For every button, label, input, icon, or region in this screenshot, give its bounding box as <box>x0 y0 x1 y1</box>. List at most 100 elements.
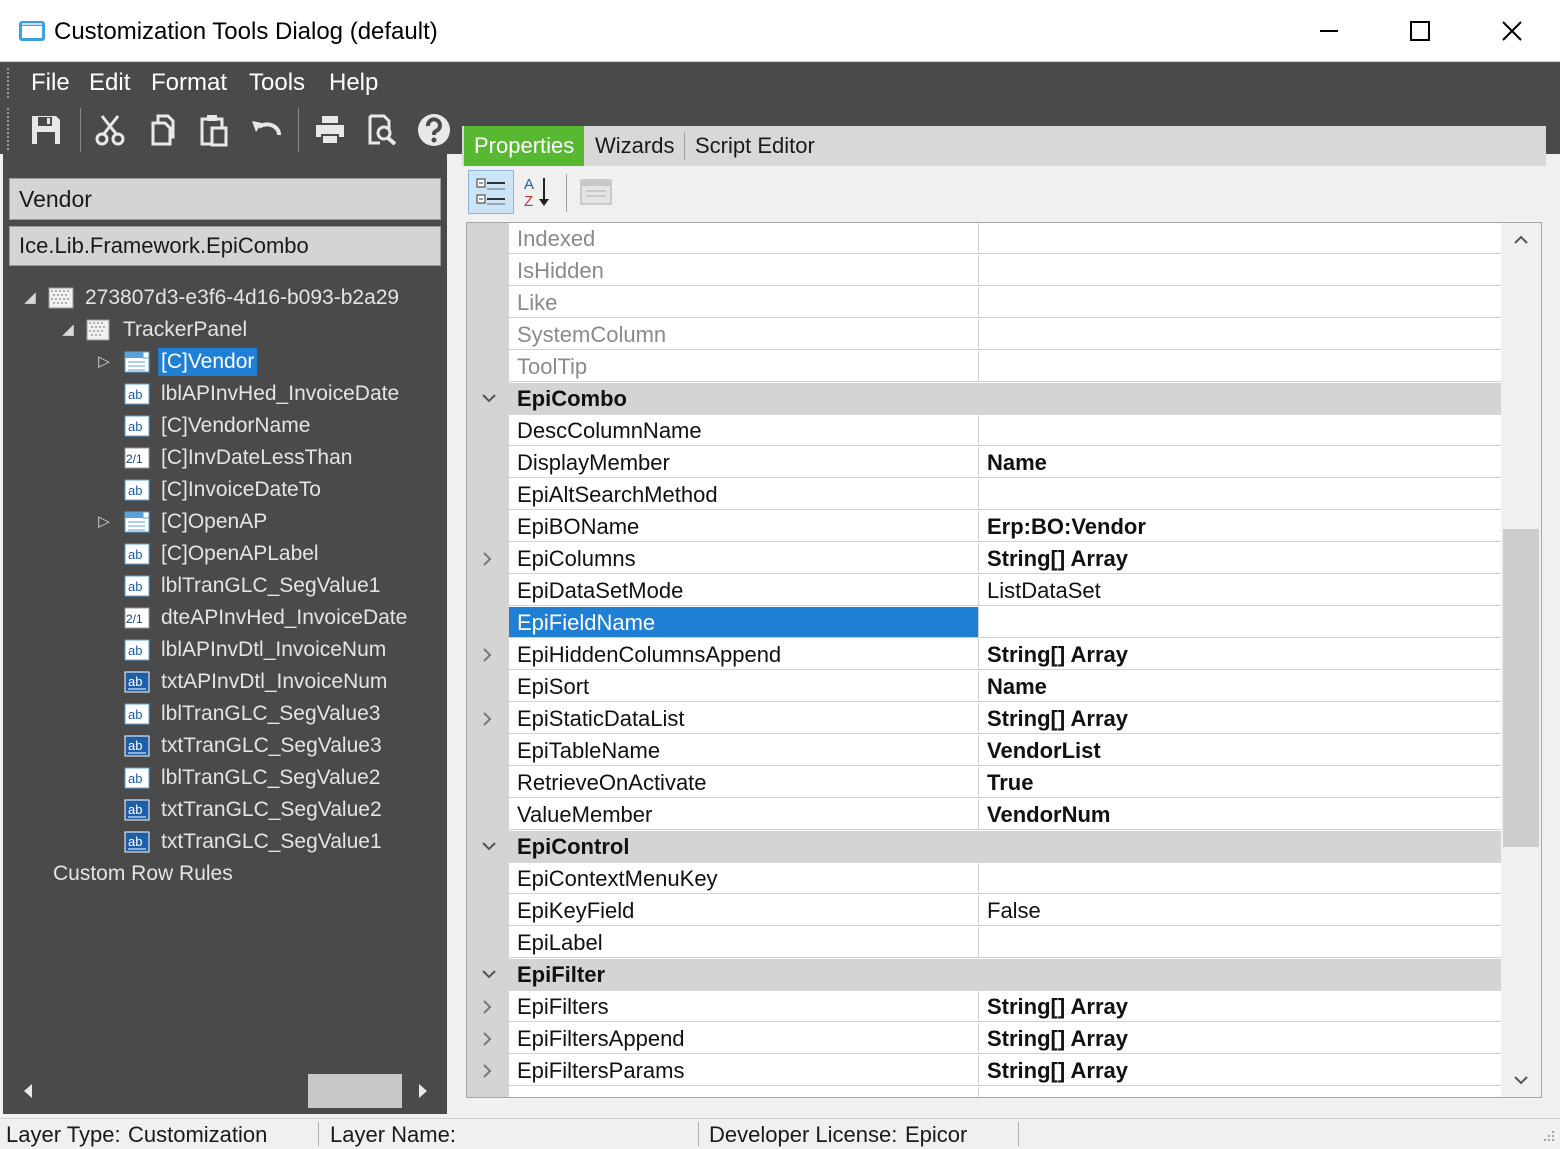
property-row[interactable]: ValueMember VendorNum <box>467 799 1501 831</box>
property-row[interactable]: EpiFiltersParams String[] Array <box>467 1055 1501 1087</box>
property-value[interactable]: String[] Array <box>979 639 1501 670</box>
property-row[interactable]: EpiAltSearchMethod <box>467 479 1501 511</box>
property-row[interactable]: EpiTableName VendorList <box>467 735 1501 767</box>
property-row[interactable]: EpiContextMenuKey <box>467 863 1501 895</box>
property-value[interactable]: True <box>979 767 1501 798</box>
tree-node[interactable]: ab txtTranGLC_SegValue2 <box>124 794 385 826</box>
print-preview-button[interactable] <box>362 110 402 150</box>
property-row[interactable]: SystemColumn <box>467 319 1501 351</box>
undo-button[interactable] <box>246 110 286 150</box>
property-grid-scrollbar[interactable] <box>1501 223 1541 1097</box>
tree-expand-icon[interactable]: ▷ <box>96 512 112 530</box>
property-value[interactable]: String[] Array <box>979 1023 1501 1054</box>
property-value[interactable] <box>979 255 1501 286</box>
property-value[interactable]: False <box>979 895 1501 926</box>
close-button[interactable] <box>1466 0 1558 62</box>
property-category[interactable]: EpiFilter <box>467 959 1501 991</box>
tree-node[interactable]: ab txtAPInvDtl_InvoiceNum <box>124 666 390 698</box>
property-value[interactable]: VendorList <box>979 735 1501 766</box>
tree-node[interactable]: ab txtTranGLC_SegValue1 <box>124 826 385 858</box>
scroll-left-arrow-icon[interactable] <box>22 1082 36 1100</box>
chevron-down-icon[interactable] <box>477 959 501 991</box>
tree-horizontal-scrollbar[interactable] <box>10 1072 438 1110</box>
property-row[interactable]: DescColumnName <box>467 415 1501 447</box>
property-value[interactable]: Name <box>979 447 1501 478</box>
property-row[interactable]: EpiDataSetMode ListDataSet <box>467 575 1501 607</box>
tab-properties[interactable]: Properties <box>464 126 585 166</box>
tree-expand-icon[interactable]: ▷ <box>96 352 112 370</box>
tree-node[interactable]: 2/1 [C]InvDateLessThan <box>124 442 355 474</box>
tree-node[interactable]: ab lblTranGLC_SegValue3 <box>124 698 383 730</box>
property-value[interactable] <box>979 351 1501 382</box>
property-row[interactable]: EpiFiltersAppend String[] Array <box>467 1023 1501 1055</box>
property-row[interactable]: EpiStaticDataList String[] Array <box>467 703 1501 735</box>
property-value[interactable]: String[] Array <box>979 1055 1501 1086</box>
property-row[interactable]: EpiLabel <box>467 927 1501 959</box>
control-type-field[interactable]: Ice.Lib.Framework.EpiCombo <box>9 226 441 266</box>
minimize-button[interactable] <box>1283 0 1375 62</box>
tree-node[interactable]: [C]OpenAP <box>124 506 270 538</box>
chevron-down-icon[interactable] <box>477 383 501 415</box>
property-row[interactable]: EpiKeyField False <box>467 895 1501 927</box>
property-value[interactable] <box>979 415 1501 446</box>
scroll-up-arrow-icon[interactable] <box>1513 233 1529 245</box>
tree-node[interactable]: 2/1 dteAPInvHed_InvoiceDate <box>124 602 410 634</box>
menu-format[interactable]: Format <box>151 68 227 98</box>
tree-node[interactable]: TrackerPanel <box>86 314 250 346</box>
menu-tools[interactable]: Tools <box>249 68 305 98</box>
property-value[interactable]: Erp:BO:Vendor <box>979 511 1501 542</box>
help-button[interactable] <box>414 110 454 150</box>
property-value[interactable] <box>979 223 1501 254</box>
scrollbar-thumb[interactable] <box>1503 529 1539 847</box>
tree-node[interactable]: [C]Vendor <box>124 346 258 378</box>
scroll-right-arrow-icon[interactable] <box>415 1082 429 1100</box>
tree-collapse-icon[interactable]: ◢ <box>22 288 38 306</box>
tree-node[interactable]: ab lblTranGLC_SegValue1 <box>124 570 383 602</box>
tree-node[interactable]: Custom Row Rules <box>50 858 236 890</box>
property-value[interactable]: String[] Array <box>979 543 1501 574</box>
tree-collapse-icon[interactable]: ◢ <box>60 320 76 338</box>
tree-node[interactable]: ab lblTranGLC_SegValue2 <box>124 762 383 794</box>
property-value[interactable]: VendorNum <box>979 799 1501 830</box>
property-value[interactable] <box>979 319 1501 350</box>
property-pages-button[interactable] <box>576 172 616 212</box>
save-button[interactable] <box>26 110 66 150</box>
menu-file[interactable]: File <box>31 68 70 98</box>
property-value[interactable]: String[] Array <box>979 991 1501 1022</box>
property-row[interactable]: DisplayMember Name <box>467 447 1501 479</box>
property-row[interactable]: EpiHiddenColumnsAppend String[] Array <box>467 639 1501 671</box>
property-value[interactable] <box>979 287 1501 318</box>
tree-node[interactable]: ab [C]VendorName <box>124 410 313 442</box>
print-button[interactable] <box>310 110 350 150</box>
property-row[interactable]: EpiBOName Erp:BO:Vendor <box>467 511 1501 543</box>
categorized-button[interactable] <box>468 170 514 214</box>
property-category[interactable]: EpiControl <box>467 831 1501 863</box>
scrollbar-thumb[interactable] <box>308 1074 402 1108</box>
tree-node[interactable]: ab lblAPInvDtl_InvoiceNum <box>124 634 389 666</box>
control-name-field[interactable]: Vendor <box>9 178 441 220</box>
property-value[interactable] <box>979 479 1501 510</box>
tree-node[interactable]: 273807d3-e3f6-4d16-b093-b2a29 <box>48 282 402 314</box>
property-category[interactable]: EpiCombo <box>467 383 1501 415</box>
chevron-down-icon[interactable] <box>477 831 501 863</box>
property-value[interactable] <box>979 1087 1501 1097</box>
property-value[interactable] <box>979 607 1501 638</box>
maximize-button[interactable] <box>1374 0 1466 62</box>
tree-node[interactable]: ab lblAPInvHed_InvoiceDate <box>124 378 402 410</box>
property-row[interactable]: EpiColumns String[] Array <box>467 543 1501 575</box>
tab-script-editor[interactable]: Script Editor <box>685 126 825 166</box>
property-value[interactable]: String[] Array <box>979 703 1501 734</box>
tree-node[interactable]: ab [C]OpenAPLabel <box>124 538 322 570</box>
copy-button[interactable] <box>142 110 182 150</box>
property-row[interactable] <box>467 1087 1501 1097</box>
property-row[interactable]: RetrieveOnActivate True <box>467 767 1501 799</box>
property-row[interactable]: Indexed <box>467 223 1501 255</box>
tab-wizards[interactable]: Wizards <box>585 126 684 166</box>
property-row[interactable]: IsHidden <box>467 255 1501 287</box>
scroll-down-arrow-icon[interactable] <box>1513 1075 1529 1087</box>
property-row[interactable]: EpiSort Name <box>467 671 1501 703</box>
property-row[interactable]: EpiFilters String[] Array <box>467 991 1501 1023</box>
cut-button[interactable] <box>90 110 130 150</box>
tree-node[interactable]: ab txtTranGLC_SegValue3 <box>124 730 385 762</box>
menu-edit[interactable]: Edit <box>89 68 130 98</box>
